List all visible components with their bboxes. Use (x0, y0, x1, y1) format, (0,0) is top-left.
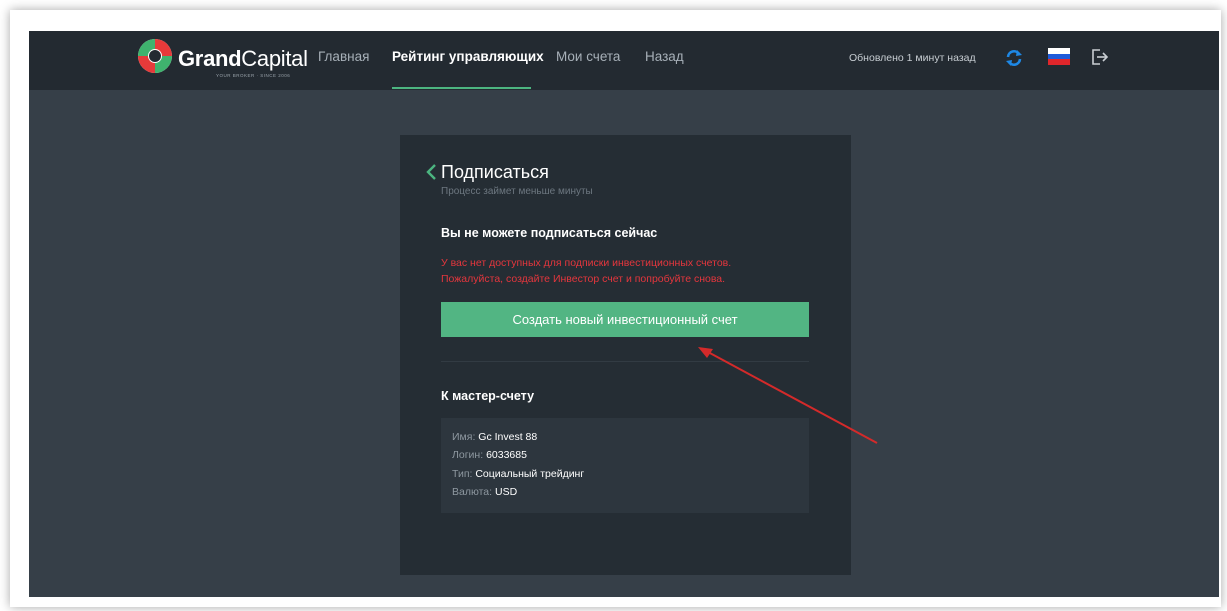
page-subtitle: Процесс займет меньше минуты (441, 186, 593, 197)
master-type-label: Тип: (452, 468, 473, 480)
master-type-row: Тип: Социальный трейдинг (452, 468, 584, 480)
subscribe-panel: Подписаться Процесс займет меньше минуты… (400, 135, 851, 575)
master-currency-value: USD (494, 486, 518, 498)
refresh-icon[interactable] (1004, 48, 1024, 68)
russian-flag-icon[interactable] (1048, 48, 1070, 65)
warning-heading: Вы не можете подписаться сейчас (441, 226, 658, 240)
warning-line-2: Пожалуйста, создайте Инвестор счет и поп… (441, 273, 726, 285)
back-chevron-icon[interactable] (425, 162, 437, 182)
master-name-label: Имя: (452, 431, 476, 443)
nav-item-home[interactable]: Главная (318, 49, 369, 64)
app-window: GrandCapital YOUR BROKER · SINCE 2006 Гл… (29, 31, 1219, 597)
brand-name: GrandCapital (178, 46, 308, 71)
master-name-row: Имя: Gc Invest 88 (452, 431, 537, 443)
master-account-heading: К мастер-счету (441, 389, 535, 403)
master-currency-label: Валюта: (452, 486, 493, 498)
warning-line-1: У вас нет доступных для подписки инвести… (441, 257, 732, 269)
page-title: Подписаться (441, 162, 549, 182)
master-login-label: Логин: (452, 449, 484, 461)
brand-logo[interactable]: GrandCapital YOUR BROKER · SINCE 2006 (138, 39, 308, 81)
nav-item-my-accounts[interactable]: Мои счета (556, 49, 620, 64)
nav-item-back[interactable]: Назад (645, 49, 684, 64)
logo-lifebuoy-icon (138, 39, 172, 73)
nav-active-indicator (392, 87, 531, 89)
brand-tagline: YOUR BROKER · SINCE 2006 (216, 73, 291, 78)
master-type-value: Социальный трейдинг (475, 468, 585, 480)
master-name-value: Gc Invest 88 (478, 431, 538, 443)
logout-icon[interactable] (1091, 48, 1109, 66)
master-login-row: Логин: 6033685 (452, 449, 527, 461)
top-navbar: GrandCapital YOUR BROKER · SINCE 2006 Гл… (29, 31, 1219, 90)
master-account-info: Имя: Gc Invest 88 Логин: 6033685 Тип: Со… (441, 418, 809, 513)
last-updated-text: Обновлено 1 минут назад (849, 52, 976, 64)
divider (441, 361, 809, 362)
nav-item-managers-rating[interactable]: Рейтинг управляющих (392, 49, 544, 64)
warning-message: У вас нет доступных для подписки инвести… (441, 255, 731, 287)
create-investment-account-button[interactable]: Создать новый инвестиционный счет (441, 302, 809, 337)
master-currency-row: Валюта: USD (452, 486, 517, 498)
master-login-value: 6033685 (486, 449, 527, 461)
